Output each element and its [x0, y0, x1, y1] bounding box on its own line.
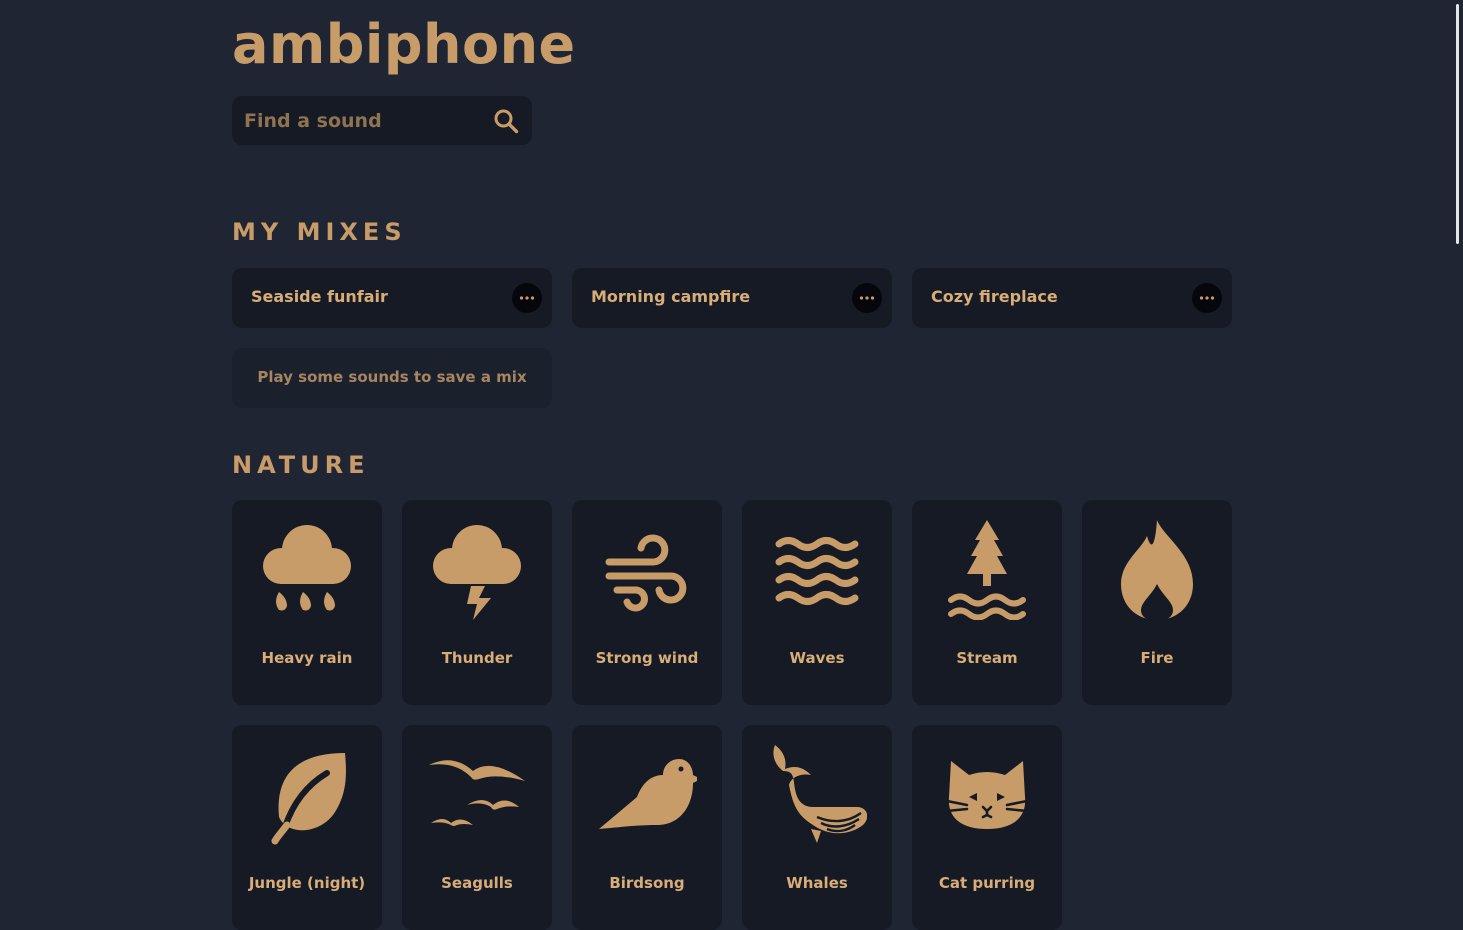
- sound-label: Seagulls: [441, 874, 513, 892]
- thunder-cloud-icon: [433, 525, 521, 620]
- sound-tile-cat-purring[interactable]: Cat purring: [912, 725, 1062, 930]
- sound-tile-whales[interactable]: Whales: [742, 725, 892, 930]
- sound-tile-birdsong[interactable]: Birdsong: [572, 725, 722, 930]
- waves-icon: [775, 537, 859, 605]
- flame-icon: [1121, 520, 1193, 620]
- leaf-icon: [271, 753, 346, 845]
- sound-label: Cat purring: [938, 874, 1036, 892]
- sound-tile-stream[interactable]: Stream: [912, 500, 1062, 705]
- mix-options-button[interactable]: [1192, 283, 1222, 313]
- sound-label: Birdsong: [609, 874, 685, 892]
- section-title-nature: NATURE: [232, 451, 370, 479]
- app-logo[interactable]: ambiphone: [232, 10, 576, 80]
- cat-icon: [945, 761, 1029, 829]
- sound-label: Thunder: [441, 649, 513, 667]
- save-mix-hint: Play some sounds to save a mix: [232, 348, 552, 408]
- sound-tile-seagulls[interactable]: Seagulls: [402, 725, 552, 930]
- rain-cloud-icon: [263, 525, 351, 611]
- sound-label: Jungle (night): [248, 874, 366, 892]
- more-dots-icon: [519, 296, 535, 300]
- mix-card[interactable]: Seaside funfair: [232, 268, 552, 328]
- more-dots-icon: [1199, 296, 1215, 300]
- sound-tile-strong-wind[interactable]: Strong wind: [572, 500, 722, 705]
- sound-label: Heavy rain: [261, 649, 353, 667]
- mix-name: Seaside funfair: [251, 287, 388, 306]
- mix-card[interactable]: Morning campfire: [572, 268, 892, 328]
- whale-icon: [773, 745, 867, 843]
- mix-options-button[interactable]: [512, 283, 542, 313]
- sound-tile-thunder[interactable]: Thunder: [402, 500, 552, 705]
- more-dots-icon: [859, 296, 875, 300]
- tree-stream-icon: [948, 520, 1026, 620]
- sound-tile-fire[interactable]: Fire: [1082, 500, 1232, 705]
- mix-card[interactable]: Cozy fireplace: [912, 268, 1232, 328]
- page-scrollbar[interactable]: [1453, 0, 1463, 884]
- sound-label: Waves: [789, 649, 845, 667]
- search-icon[interactable]: [493, 108, 519, 134]
- sound-label: Stream: [956, 649, 1018, 667]
- search-input[interactable]: [232, 96, 482, 145]
- sound-label: Whales: [786, 874, 848, 892]
- mix-name: Cozy fireplace: [931, 287, 1058, 306]
- mix-name: Morning campfire: [591, 287, 751, 306]
- bird-icon: [599, 759, 697, 829]
- sound-tile-heavy-rain[interactable]: Heavy rain: [232, 500, 382, 705]
- sound-label: Fire: [1140, 649, 1174, 667]
- sound-label: Strong wind: [595, 649, 699, 667]
- seagulls-icon: [429, 760, 525, 826]
- sound-tile-jungle-night[interactable]: Jungle (night): [232, 725, 382, 930]
- mix-options-button[interactable]: [852, 283, 882, 313]
- scrollbar-thumb[interactable]: [1456, 4, 1459, 244]
- section-title-mixes: MY MIXES: [232, 218, 407, 246]
- search-box: [232, 96, 532, 145]
- sound-tile-waves[interactable]: Waves: [742, 500, 892, 705]
- wind-icon: [605, 534, 687, 612]
